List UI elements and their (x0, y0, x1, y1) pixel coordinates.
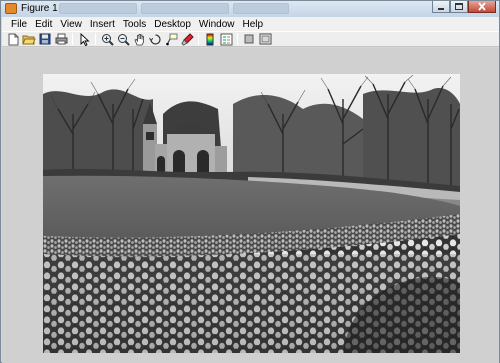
save-button[interactable] (38, 32, 52, 46)
print-button[interactable] (54, 32, 68, 46)
menu-file[interactable]: File (7, 19, 31, 30)
minimize-icon (438, 8, 444, 10)
edit-plot-button[interactable] (77, 32, 91, 46)
grayscale-park-photo (43, 74, 460, 353)
menu-tools[interactable]: Tools (119, 19, 150, 30)
menu-window[interactable]: Window (195, 19, 239, 30)
new-figure-icon (8, 33, 19, 45)
pan-icon (133, 33, 144, 45)
figure-toolbar (2, 31, 499, 47)
zoom-in-icon (101, 33, 114, 46)
menu-edit[interactable]: Edit (31, 19, 56, 30)
menu-view[interactable]: View (56, 19, 86, 30)
close-button[interactable] (468, 1, 496, 13)
edit-plot-icon (80, 32, 90, 46)
background-tab-ghost (59, 3, 137, 14)
background-tab-ghost (141, 3, 229, 14)
toolbar-separator (72, 33, 73, 45)
window-controls (432, 1, 496, 15)
minimize-button[interactable] (432, 1, 450, 13)
figure-canvas[interactable] (2, 48, 499, 363)
legend-icon (220, 33, 232, 45)
toolbar-separator (237, 33, 238, 45)
menu-insert[interactable]: Insert (86, 19, 119, 30)
zoom-out-button[interactable] (116, 32, 130, 46)
new-figure-button[interactable] (6, 32, 20, 46)
figure-window: Figure 1 File Edit View Insert Tools Des… (0, 0, 500, 363)
open-file-button[interactable] (22, 32, 36, 46)
close-icon (478, 2, 486, 11)
pan-button[interactable] (132, 32, 146, 46)
image-axes[interactable] (43, 74, 460, 353)
zoom-in-button[interactable] (100, 32, 114, 46)
show-plot-tools-icon (259, 33, 271, 45)
menu-bar: File Edit View Insert Tools Desktop Wind… (2, 17, 499, 31)
hide-plot-tools-button[interactable] (242, 32, 256, 46)
show-plot-tools-button[interactable] (258, 32, 272, 46)
window-title: Figure 1 (21, 3, 58, 14)
zoom-out-icon (117, 33, 130, 46)
menu-help[interactable]: Help (239, 19, 268, 30)
colorbar-button[interactable] (203, 32, 217, 46)
matlab-figure-icon (5, 3, 17, 14)
rotate-3d-icon (148, 33, 161, 45)
data-cursor-button[interactable] (164, 32, 178, 46)
rotate-3d-button[interactable] (148, 32, 162, 46)
open-file-icon (22, 35, 36, 45)
background-tab-ghost (233, 3, 289, 14)
legend-button[interactable] (219, 32, 233, 46)
hide-plot-tools-icon (244, 34, 254, 44)
brush-icon (180, 32, 194, 46)
brush-button[interactable] (180, 32, 194, 46)
maximize-icon (455, 3, 463, 10)
title-bar[interactable]: Figure 1 (1, 1, 499, 17)
colorbar-icon (206, 33, 214, 45)
save-icon (39, 33, 51, 45)
toolbar-separator (95, 33, 96, 45)
menu-desktop[interactable]: Desktop (150, 19, 195, 30)
maximize-button[interactable] (450, 1, 468, 13)
toolbar-separator (198, 33, 199, 45)
print-icon (55, 33, 67, 45)
data-cursor-icon (165, 33, 177, 45)
